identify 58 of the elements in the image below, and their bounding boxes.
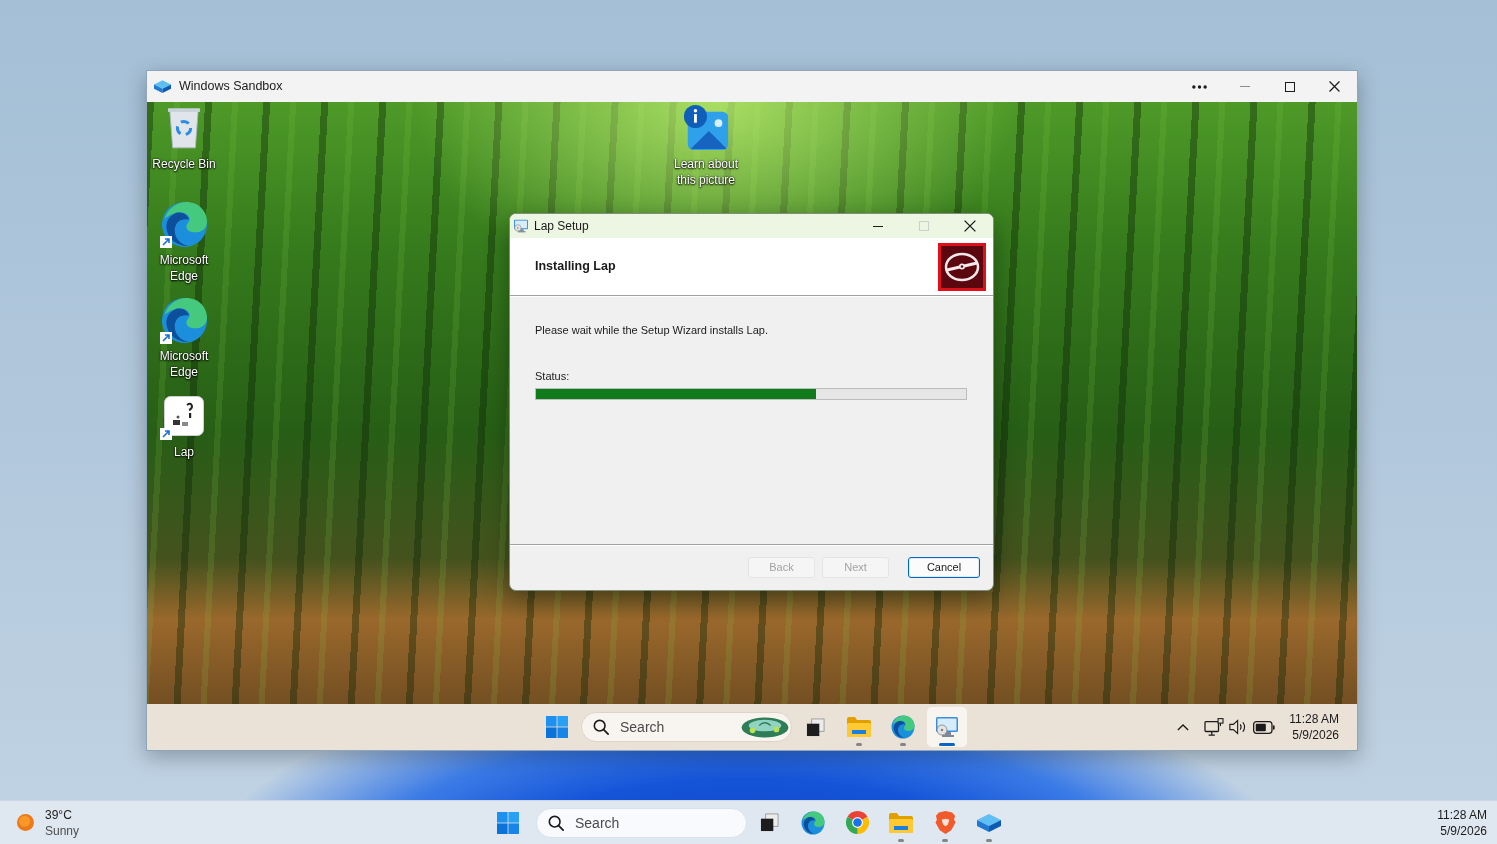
edge-icon <box>160 200 208 248</box>
edge-icon <box>891 715 915 739</box>
shield-icon <box>934 811 956 834</box>
edge-icon <box>160 296 208 344</box>
windows-logo-icon <box>496 810 520 835</box>
temperature-text: 39°C <box>45 806 73 823</box>
running-indicator-icon <box>942 838 948 842</box>
running-indicator-icon <box>856 743 862 746</box>
recycle-bin-icon <box>167 107 201 149</box>
window-title: Windows Sandbox <box>179 78 283 96</box>
close-icon <box>964 220 976 232</box>
folder-icon <box>847 717 871 737</box>
disc-icon <box>938 242 986 291</box>
desktop-shortcut[interactable]: Microsoft Edge <box>147 200 221 296</box>
close-icon <box>1329 81 1340 92</box>
clock-time: 11:28 AM <box>1437 806 1487 823</box>
maximize-icon <box>919 221 929 231</box>
status-message: Please wait while the Setup Wizard installs Lap. <box>535 323 769 337</box>
monitor-icon <box>513 219 529 233</box>
desktop-shortcut[interactable]: Recycle Bin <box>147 104 221 200</box>
status-label: Status: <box>535 369 571 383</box>
minimize-icon <box>1239 86 1250 87</box>
edge-icon <box>801 810 825 835</box>
desktop-shortcut[interactable]: Microsoft Edge <box>147 296 221 392</box>
chrome-icon <box>845 811 869 834</box>
search-field[interactable]: Search <box>536 807 747 838</box>
running-indicator-icon <box>986 838 992 842</box>
task-view-icon <box>805 717 825 737</box>
clock-date: 5/9/2026 <box>1440 822 1487 839</box>
desktop-shortcut[interactable]: Lap <box>147 392 221 488</box>
clock-date: 5/9/2026 <box>1292 727 1339 743</box>
dialog-button[interactable]: Cancel <box>908 557 980 578</box>
chevron-up-icon <box>1177 723 1190 731</box>
sun-icon <box>17 814 34 831</box>
folder-icon <box>889 812 913 833</box>
running-indicator-icon <box>900 743 906 746</box>
dialog-title: Lap Setup <box>534 218 590 235</box>
cube-icon <box>977 813 1001 832</box>
weather-condition-text: Sunny <box>45 822 80 839</box>
network-icon <box>1204 718 1225 736</box>
minimize-icon <box>873 225 883 227</box>
search-icon <box>548 814 564 831</box>
dialog-heading: Installing Lap <box>535 258 616 276</box>
running-indicator-icon <box>898 838 904 842</box>
task-view-icon <box>759 813 779 832</box>
monitor-icon <box>935 716 959 738</box>
windows-logo-icon <box>545 715 569 739</box>
maximize-icon <box>1284 81 1295 92</box>
search-icon <box>593 719 609 735</box>
running-indicator-icon <box>939 743 955 746</box>
more-icon <box>1192 84 1207 89</box>
cube-icon <box>154 80 171 93</box>
battery-icon <box>1253 720 1276 734</box>
info-picture-icon <box>682 103 730 153</box>
doodle-icon <box>741 717 789 738</box>
setup-window-button[interactable] <box>927 707 967 747</box>
clock-time: 11:28 AM <box>1289 711 1339 727</box>
app-icon <box>164 396 204 436</box>
